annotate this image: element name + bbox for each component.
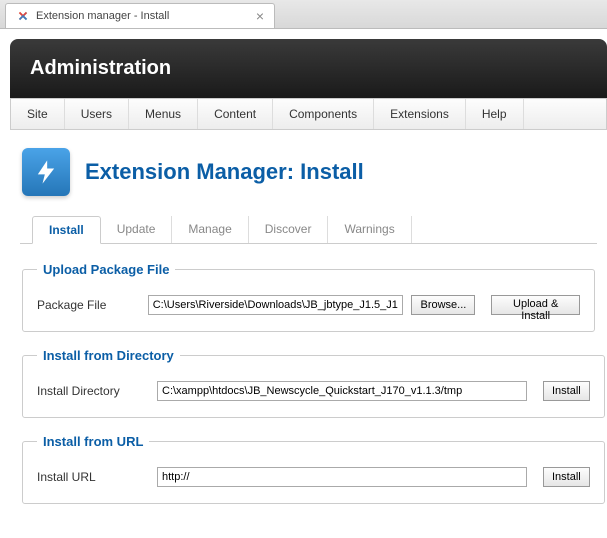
- subtabs: Install Update Manage Discover Warnings: [20, 216, 597, 244]
- install-dir-button[interactable]: Install: [543, 381, 590, 401]
- tab-discover[interactable]: Discover: [249, 216, 329, 243]
- browse-button[interactable]: Browse...: [411, 295, 475, 315]
- label-install-url: Install URL: [37, 470, 149, 484]
- browser-tab-bar: Extension manager - Install ×: [0, 0, 607, 29]
- install-directory-input[interactable]: [157, 381, 527, 401]
- fieldset-install-directory: Install from Directory Install Directory…: [22, 348, 605, 418]
- menu-help[interactable]: Help: [466, 99, 524, 129]
- legend-install-url: Install from URL: [37, 434, 149, 449]
- tab-manage[interactable]: Manage: [172, 216, 248, 243]
- legend-install-directory: Install from Directory: [37, 348, 180, 363]
- menu-menus[interactable]: Menus: [129, 99, 198, 129]
- menubar: Site Users Menus Content Components Exte…: [10, 98, 607, 130]
- admin-header: Administration: [10, 39, 607, 98]
- menu-site[interactable]: Site: [11, 99, 65, 129]
- install-icon: [22, 148, 70, 196]
- tab-warnings[interactable]: Warnings: [328, 216, 411, 243]
- upload-install-button[interactable]: Upload & Install: [491, 295, 580, 315]
- menu-components[interactable]: Components: [273, 99, 374, 129]
- menu-extensions[interactable]: Extensions: [374, 99, 466, 129]
- browser-tab-title: Extension manager - Install: [36, 10, 169, 22]
- close-icon[interactable]: ×: [256, 8, 264, 24]
- menu-users[interactable]: Users: [65, 99, 129, 129]
- admin-title: Administration: [30, 57, 587, 80]
- page-heading: Extension Manager: Install: [10, 130, 607, 216]
- fieldset-upload-package: Upload Package File Package File Browse.…: [22, 262, 595, 332]
- browser-tab[interactable]: Extension manager - Install ×: [5, 3, 275, 28]
- joomla-favicon: [16, 9, 30, 23]
- install-url-button[interactable]: Install: [543, 467, 590, 487]
- page-title: Extension Manager: Install: [85, 159, 364, 185]
- tab-install[interactable]: Install: [32, 216, 101, 244]
- menu-content[interactable]: Content: [198, 99, 273, 129]
- legend-upload-package: Upload Package File: [37, 262, 175, 277]
- label-install-directory: Install Directory: [37, 384, 149, 398]
- fieldset-install-url: Install from URL Install URL Install: [22, 434, 605, 504]
- label-package-file: Package File: [37, 298, 140, 312]
- install-url-input[interactable]: [157, 467, 527, 487]
- tab-update[interactable]: Update: [101, 216, 173, 243]
- package-file-input[interactable]: [148, 295, 404, 315]
